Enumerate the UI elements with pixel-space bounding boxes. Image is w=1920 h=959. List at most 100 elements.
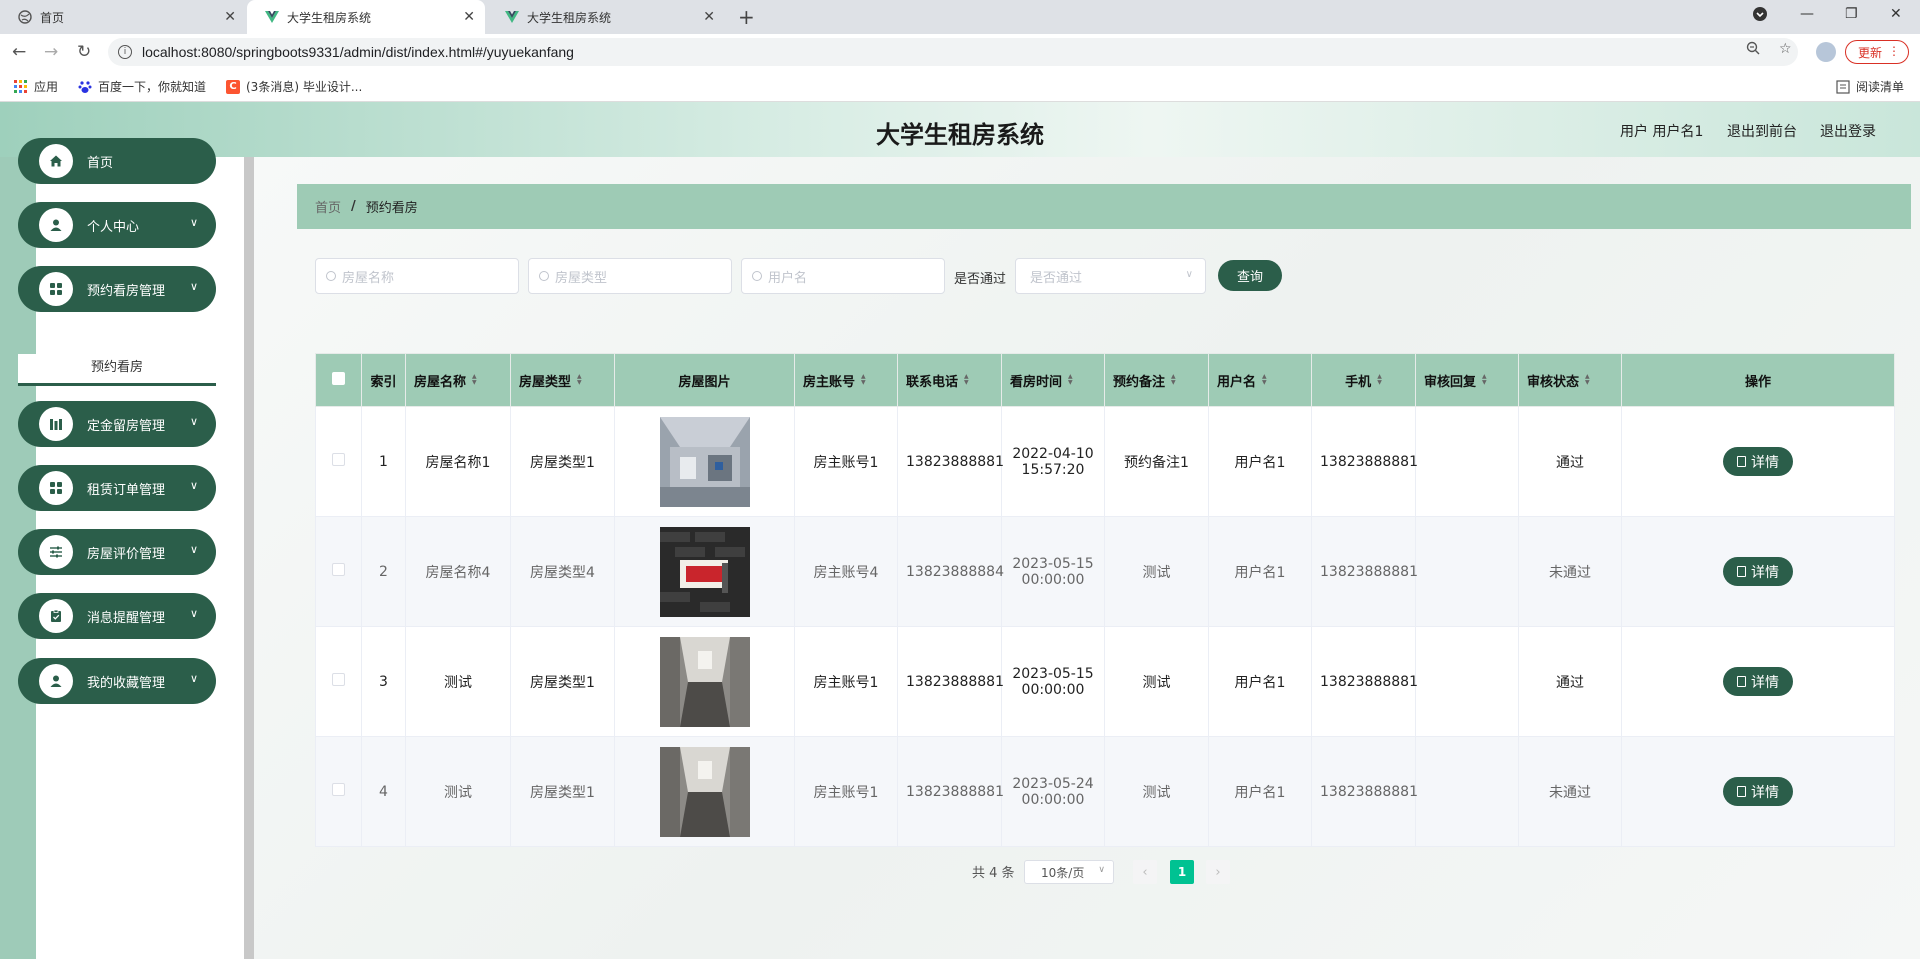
sidebar-item-personal[interactable]: 个人中心 ∨	[18, 202, 216, 248]
house-name-input[interactable]: 房屋名称	[315, 258, 519, 294]
sidebar-item-deposit[interactable]: 定金留房管理 ∨	[18, 401, 216, 447]
update-button[interactable]: 更新 ⋮	[1845, 40, 1909, 64]
browser-tab-3[interactable]: 大学生租房系统 ✕	[487, 0, 725, 34]
close-window-icon[interactable]: ✕	[1890, 6, 1902, 22]
query-button[interactable]: 查询	[1218, 260, 1282, 291]
visit-clock: 15:57:20	[1021, 461, 1085, 478]
bookmark-baidu[interactable]: 百度一下，你就知道	[78, 78, 206, 95]
close-tab-icon[interactable]: ✕	[224, 9, 236, 25]
back-to-front-link[interactable]: 退出到前台	[1727, 121, 1797, 141]
sort-caret-icon[interactable]: ▲ ▼	[1068, 374, 1073, 386]
page-number-current[interactable]: 1	[1170, 860, 1194, 884]
zoom-icon[interactable]	[1746, 41, 1760, 59]
restore-icon[interactable]: ❐	[1845, 6, 1858, 22]
row-checkbox[interactable]	[332, 673, 345, 686]
approved-select[interactable]: 是否通过 ∨	[1015, 258, 1206, 294]
sort-caret-icon[interactable]: ▲ ▼	[1377, 374, 1382, 386]
profile-avatar[interactable]	[1816, 42, 1836, 62]
row-checkbox[interactable]	[332, 453, 345, 466]
house-photo[interactable]	[659, 636, 750, 727]
sort-caret-icon[interactable]: ▲ ▼	[1171, 374, 1176, 386]
browser-tab-title: 大学生租房系统	[287, 10, 372, 25]
logout-link[interactable]: 退出登录	[1820, 121, 1876, 141]
row-checkbox[interactable]	[332, 783, 345, 796]
new-tab-plus-icon[interactable]: +	[738, 6, 755, 28]
reading-list[interactable]: 阅读清单	[1836, 78, 1904, 95]
col-phone[interactable]: 联系电话 ▲ ▼	[897, 353, 1002, 407]
username-input[interactable]: 用户名	[741, 258, 945, 294]
row-checkbox[interactable]	[332, 563, 345, 576]
close-tab-icon[interactable]: ✕	[703, 9, 715, 25]
sidebar-item-favorites[interactable]: 我的收藏管理 ∨	[18, 658, 216, 704]
tab-search-icon[interactable]	[1752, 6, 1768, 26]
col-house-image: 房屋图片	[614, 353, 795, 407]
minimize-icon[interactable]: —	[1800, 6, 1814, 22]
breadcrumb-home[interactable]: 首页	[315, 197, 341, 216]
close-tab-icon[interactable]: ✕	[463, 9, 475, 25]
cell-username: 用户名1	[1208, 626, 1312, 737]
sort-caret-icon[interactable]: ▲ ▼	[1585, 374, 1590, 386]
sidebar-item-appointment[interactable]: 预约看房管理 ∨	[18, 266, 216, 312]
detail-button[interactable]: 详情	[1723, 557, 1793, 586]
col-mobile[interactable]: 手机 ▲ ▼	[1311, 353, 1416, 407]
house-type-placeholder: 房屋类型	[555, 270, 608, 286]
sort-caret-icon[interactable]: ▲ ▼	[577, 374, 582, 386]
document-icon	[1737, 786, 1746, 797]
sidebar-item-review[interactable]: 房屋评价管理 ∨	[18, 529, 216, 575]
reload-icon[interactable]: ↻	[77, 42, 91, 62]
breadcrumb-current: 预约看房	[365, 201, 418, 216]
visit-clock: 00:00:00	[1021, 681, 1085, 698]
col-owner-account[interactable]: 房主账号 ▲ ▼	[794, 353, 898, 407]
sort-caret-icon[interactable]: ▲ ▼	[861, 374, 866, 386]
sort-caret-icon[interactable]: ▲ ▼	[1482, 374, 1487, 386]
bookmark-star-icon[interactable]: ☆	[1779, 41, 1792, 57]
col-house-type[interactable]: 房屋类型 ▲ ▼	[510, 353, 615, 407]
cell-note: 测试	[1104, 736, 1209, 847]
house-photo[interactable]	[659, 526, 750, 617]
browser-tab-1[interactable]: 首页 ✕	[0, 0, 246, 34]
url-box[interactable]: i localhost:8080/springboots9331/admin/d…	[108, 38, 1798, 66]
forward-arrow-icon[interactable]: →	[44, 42, 58, 62]
next-page-icon[interactable]: ›	[1206, 860, 1230, 884]
page-size-select[interactable]: 10条/页 ∨	[1024, 860, 1114, 884]
col-review-reply[interactable]: 审核回复 ▲ ▼	[1415, 353, 1519, 407]
select-all-checkbox[interactable]	[332, 371, 345, 385]
home-icon	[39, 144, 73, 178]
prev-page-icon[interactable]: ‹	[1133, 860, 1157, 884]
col-review-status[interactable]: 审核状态 ▲ ▼	[1518, 353, 1622, 407]
sort-caret-icon[interactable]: ▲ ▼	[1262, 374, 1267, 386]
house-type-input[interactable]: 房屋类型	[528, 258, 732, 294]
chevron-down-icon: ∨	[189, 216, 198, 229]
url-text[interactable]: localhost:8080/springboots9331/admin/dis…	[142, 44, 574, 60]
cell-phone: 13823888884	[897, 516, 1004, 627]
sidebar-item-home[interactable]: 首页	[18, 138, 216, 184]
info-icon[interactable]: i	[118, 45, 132, 59]
document-icon	[1737, 456, 1746, 467]
approved-label: 是否通过	[954, 272, 1007, 287]
bookmark-apps[interactable]: 应用	[14, 78, 58, 95]
col-house-name[interactable]: 房屋名称 ▲ ▼	[405, 353, 511, 407]
sort-caret-icon[interactable]: ▲ ▼	[472, 374, 477, 386]
submenu-item-appointment[interactable]: 预约看房	[18, 354, 216, 386]
back-arrow-icon[interactable]: ←	[12, 42, 26, 62]
cell-house-name: 测试	[405, 736, 511, 847]
house-photo[interactable]	[659, 746, 750, 837]
detail-button[interactable]: 详情	[1723, 777, 1793, 806]
cell-note: 测试	[1104, 516, 1209, 627]
detail-button[interactable]: 详情	[1723, 667, 1793, 696]
bookmark-csdn[interactable]: C (3条消息) 毕业设计...	[226, 78, 362, 95]
cell-index: 3	[361, 626, 406, 737]
sidebar-item-messages[interactable]: 消息提醒管理 ∨	[18, 593, 216, 639]
col-note[interactable]: 预约备注 ▲ ▼	[1104, 353, 1209, 407]
detail-button[interactable]: 详情	[1723, 447, 1793, 476]
col-username[interactable]: 用户名 ▲ ▼	[1208, 353, 1312, 407]
cell-visit-time: 2023-05-15 00:00:00	[1001, 516, 1105, 627]
cell-house-image	[614, 626, 795, 737]
cell-house-name: 房屋名称1	[405, 406, 511, 517]
sidebar-item-lease-order[interactable]: 租赁订单管理 ∨	[18, 465, 216, 511]
house-photo[interactable]	[659, 416, 750, 507]
col-visit-time[interactable]: 看房时间 ▲ ▼	[1001, 353, 1105, 407]
browser-tab-2[interactable]: 大学生租房系统 ✕	[247, 0, 485, 34]
bookmark-label: 应用	[34, 80, 59, 94]
sort-caret-icon[interactable]: ▲ ▼	[964, 374, 969, 386]
